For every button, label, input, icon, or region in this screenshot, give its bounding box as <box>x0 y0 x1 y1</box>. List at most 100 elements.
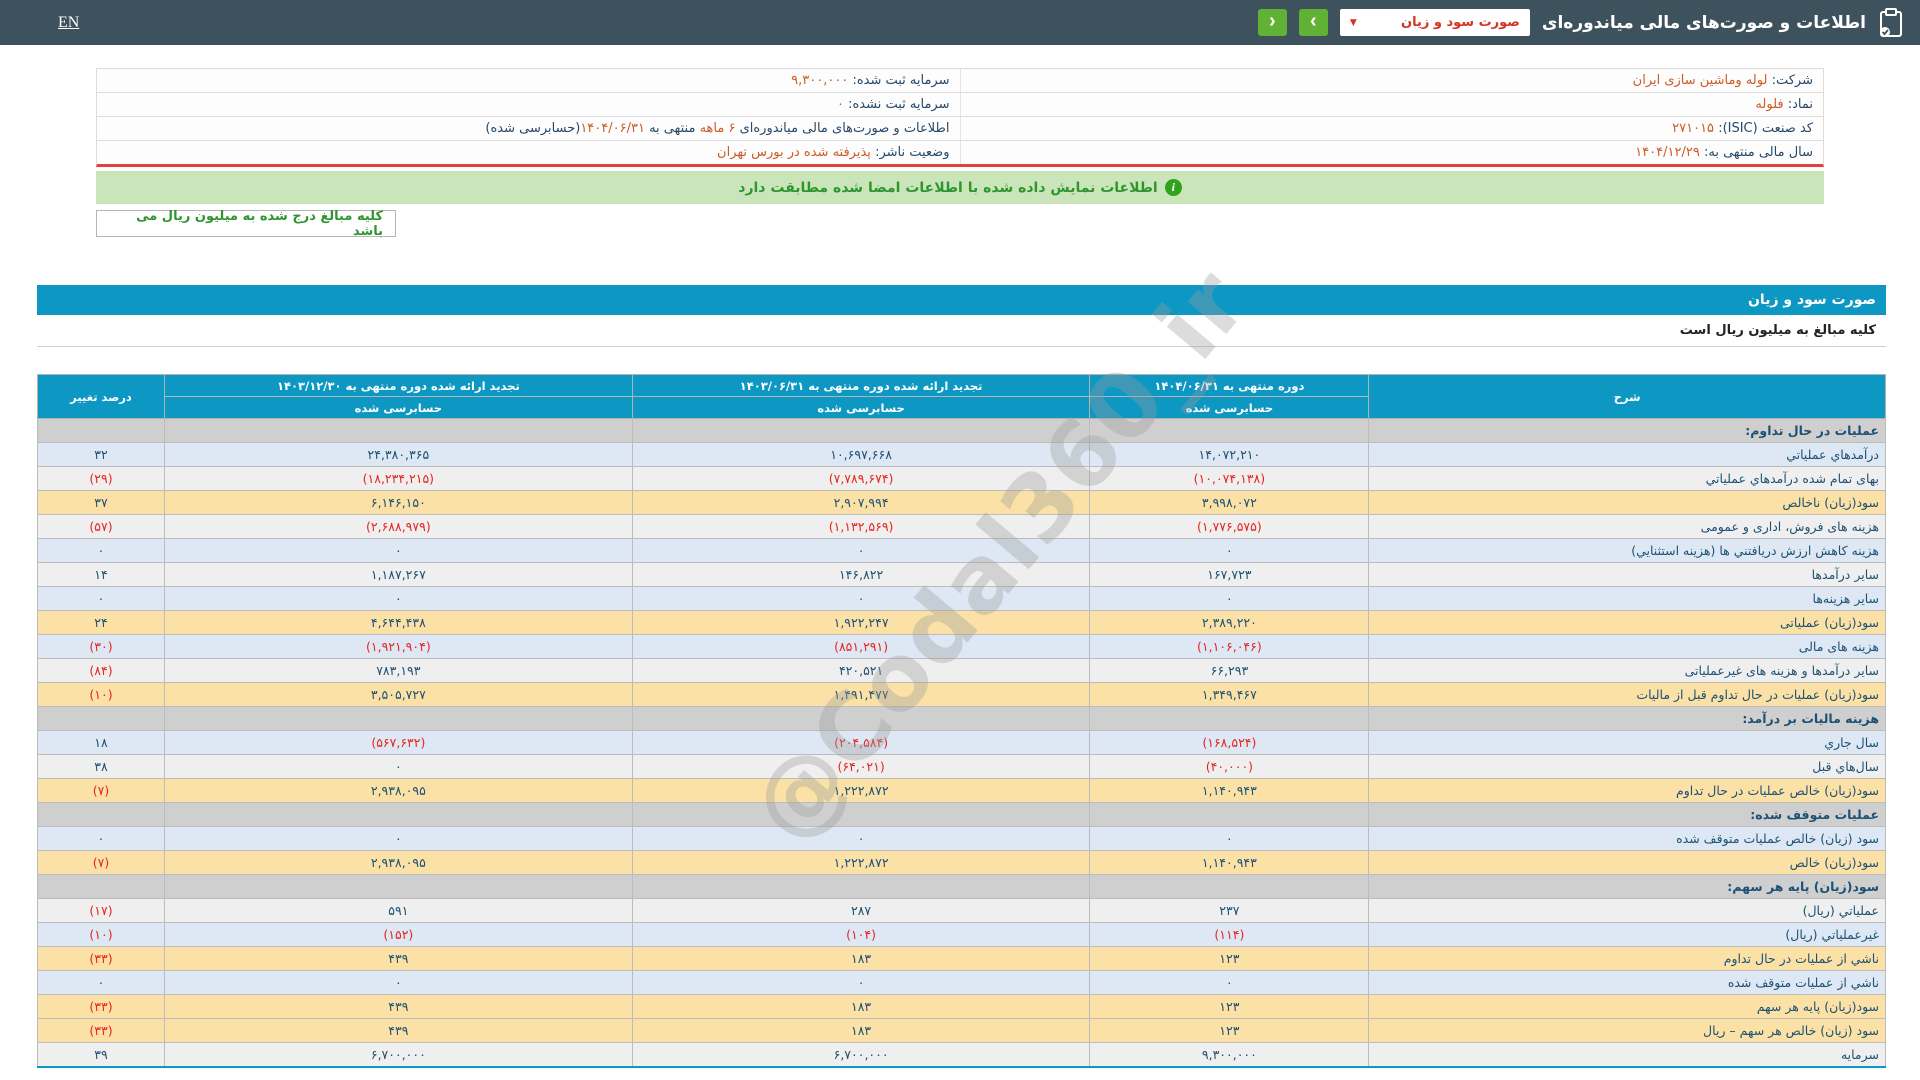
row-label: سرمایه <box>1369 1043 1886 1068</box>
percent-change: ۳۲ <box>38 443 165 467</box>
value-period-1403-12: (۲,۶۸۸,۹۷۹) <box>165 515 633 539</box>
clipboard-check-icon <box>1878 8 1904 38</box>
value-period-1403-12: ۰ <box>165 539 633 563</box>
top-header-bar: اطلاعات و صورت‌های مالی میاندوره‌ای صورت… <box>0 0 1920 45</box>
value-period-1404-06: ۹,۳۰۰,۰۰۰ <box>1090 1043 1369 1068</box>
value-period-1404-06: (۱,۷۷۶,۵۷۵) <box>1090 515 1369 539</box>
issuer-status-value: پذیرفته شده در بورس تهران <box>717 145 871 160</box>
table-row: سال جاري(۱۶۸,۵۲۴)(۲۰۴,۵۸۴)(۵۶۷,۶۳۲)۱۸ <box>38 731 1886 755</box>
row-label: سال‌هاي قبل <box>1369 755 1886 779</box>
row-label: سال جاري <box>1369 731 1886 755</box>
table-row: عملیاتي (ریال)۲۳۷۲۸۷۵۹۱(۱۷) <box>38 899 1886 923</box>
table-row: سایر هزینه‌ها۰۰۰۰ <box>38 587 1886 611</box>
percent-change: (۳۳) <box>38 947 165 971</box>
value-period-1404-06: ۱,۱۴۰,۹۴۳ <box>1090 851 1369 875</box>
table-row: سود(زیان) عملیاتی۲,۳۸۹,۲۲۰۱,۹۲۲,۲۴۷۴,۶۴۴… <box>38 611 1886 635</box>
ticker-cell: نماد: فلوله <box>960 93 1823 117</box>
value-period-1403-06 <box>632 803 1090 827</box>
value-period-1404-06: ۰ <box>1090 539 1369 563</box>
percent-change: (۸۴) <box>38 659 165 683</box>
ticker-label: نماد: <box>1788 97 1813 112</box>
percent-change: (۷) <box>38 851 165 875</box>
statement-type-value: صورت سود و زیان <box>1401 15 1520 30</box>
value-period-1404-06: ۱۶۷,۷۲۳ <box>1090 563 1369 587</box>
million-note-text: کلیه مبالغ درج شده به میلیون ریال می باش… <box>109 209 383 239</box>
issuer-status-cell: وضعیت ناشر: پذیرفته شده در بورس تهران <box>97 141 960 165</box>
row-label: سود(زیان) پایه هر سهم: <box>1369 875 1886 899</box>
row-label: غیرعملیاتي (ریال) <box>1369 923 1886 947</box>
value-period-1403-12: ۵۹۱ <box>165 899 633 923</box>
table-row: سال‌هاي قبل(۴۰,۰۰۰)(۶۴,۰۲۱)۰۳۸ <box>38 755 1886 779</box>
table-row: سایر درآمدها۱۶۷,۷۲۳۱۴۶,۸۲۲۱,۱۸۷,۲۶۷۱۴ <box>38 563 1886 587</box>
percent-change: (۱۷) <box>38 899 165 923</box>
value-period-1404-06: ۱۴,۰۷۲,۲۱۰ <box>1090 443 1369 467</box>
prev-statement-button[interactable]: ‹ <box>1258 9 1287 36</box>
unregistered-capital-label: سرمایه ثبت نشده: <box>848 97 949 112</box>
value-period-1403-06: (۱,۱۳۲,۵۶۹) <box>632 515 1090 539</box>
signature-match-banner: i اطلاعات نمایش داده شده با اطلاعات امضا… <box>96 171 1824 204</box>
value-period-1403-06: ۱۴۶,۸۲۲ <box>632 563 1090 587</box>
value-period-1403-06: ۱,۲۲۲,۸۷۲ <box>632 779 1090 803</box>
value-period-1403-06: (۷,۷۸۹,۶۷۴) <box>632 467 1090 491</box>
table-row: هزینه مالیات بر درآمد: <box>38 707 1886 731</box>
period-length: ۶ ماهه <box>700 121 736 136</box>
value-period-1404-06: (۱۶۸,۵۲۴) <box>1090 731 1369 755</box>
row-label: سایر هزینه‌ها <box>1369 587 1886 611</box>
income-statement-table: شرح دوره منتهی به ۱۴۰۴/۰۶/۳۱ تجدید ارائه… <box>37 374 1886 1068</box>
row-label: سود(زیان) عملیاتی <box>1369 611 1886 635</box>
row-label: عملیات در حال تداوم: <box>1369 419 1886 443</box>
value-period-1404-06: ۲۳۷ <box>1090 899 1369 923</box>
table-row: سود(زیان) عملیات در حال تداوم قبل از مال… <box>38 683 1886 707</box>
page-title: اطلاعات و صورت‌های مالی میاندوره‌ای <box>1542 13 1866 33</box>
audited-label: حسابرسی شده <box>632 397 1090 419</box>
value-period-1403-12: ۲,۹۳۸,۰۹۵ <box>165 779 633 803</box>
info-row: سال مالی منتهی به: ۱۴۰۴/۱۲/۲۹ وضعیت ناشر… <box>97 141 1823 165</box>
value-period-1404-06: ۱۲۳ <box>1090 947 1369 971</box>
value-period-1403-06: ۲۸۷ <box>632 899 1090 923</box>
value-period-1403-06: ۱۰,۶۹۷,۶۶۸ <box>632 443 1090 467</box>
value-period-1403-12: ۲,۹۳۸,۰۹۵ <box>165 851 633 875</box>
value-period-1404-06: (۱۱۴) <box>1090 923 1369 947</box>
percent-change: ۱۸ <box>38 731 165 755</box>
table-row: ناشي از عملیات در حال تداوم۱۲۳۱۸۳۴۳۹(۳۳) <box>38 947 1886 971</box>
row-label: ناشي از عملیات در حال تداوم <box>1369 947 1886 971</box>
value-period-1403-12 <box>165 875 633 899</box>
row-label: هزینه های فروش، اداری و عمومی <box>1369 515 1886 539</box>
page: اطلاعات و صورت‌های مالی میاندوره‌ای صورت… <box>0 0 1920 1080</box>
row-label: سود(زیان) پایه هر سهم <box>1369 995 1886 1019</box>
unregistered-capital-value: ۰ <box>837 97 844 112</box>
column-header-percent-change: درصد تغییر <box>38 375 165 419</box>
statement-unit-note: کلیه مبالغ به میلیون ریال است <box>37 315 1886 347</box>
value-period-1403-12: ۶,۱۴۶,۱۵۰ <box>165 491 633 515</box>
percent-change: (۳۰) <box>38 635 165 659</box>
value-period-1403-12: ۰ <box>165 827 633 851</box>
value-period-1404-06: ۰ <box>1090 587 1369 611</box>
audited-label: حسابرسی شده <box>1090 397 1369 419</box>
value-period-1404-06: ۰ <box>1090 827 1369 851</box>
row-label: عملیاتي (ریال) <box>1369 899 1886 923</box>
value-period-1403-12: ۴۳۹ <box>165 995 633 1019</box>
registered-capital-cell: سرمایه ثبت شده: ۹,۳۰۰,۰۰۰ <box>97 69 960 93</box>
value-period-1404-06 <box>1090 419 1369 443</box>
percent-change: ۳۷ <box>38 491 165 515</box>
next-statement-button[interactable]: › <box>1299 9 1328 36</box>
column-header-description: شرح <box>1369 375 1886 419</box>
table-row: درآمدهاي عملياتي۱۴,۰۷۲,۲۱۰۱۰,۶۹۷,۶۶۸۲۴,۳… <box>38 443 1886 467</box>
info-row: کد صنعت (ISIC): ۲۷۱۰۱۵ اطلاعات و صورت‌ها… <box>97 117 1823 141</box>
percent-change: (۳۳) <box>38 1019 165 1043</box>
percent-change <box>38 875 165 899</box>
percent-change: (۷) <box>38 779 165 803</box>
percent-change: (۱۰) <box>38 683 165 707</box>
value-period-1403-06: ۰ <box>632 971 1090 995</box>
value-period-1403-12 <box>165 707 633 731</box>
value-period-1404-06: ۱,۳۴۹,۴۶۷ <box>1090 683 1369 707</box>
value-period-1403-12 <box>165 803 633 827</box>
value-period-1403-06: ۲,۹۰۷,۹۹۴ <box>632 491 1090 515</box>
value-period-1404-06: ۰ <box>1090 971 1369 995</box>
value-period-1403-12: ۰ <box>165 971 633 995</box>
statement-type-dropdown[interactable]: صورت سود و زیان ▼ <box>1340 9 1530 36</box>
value-period-1403-12: ۰ <box>165 755 633 779</box>
percent-change <box>38 803 165 827</box>
value-period-1403-06: ۱,۲۲۲,۸۷۲ <box>632 851 1090 875</box>
english-language-link[interactable]: EN <box>58 14 79 32</box>
